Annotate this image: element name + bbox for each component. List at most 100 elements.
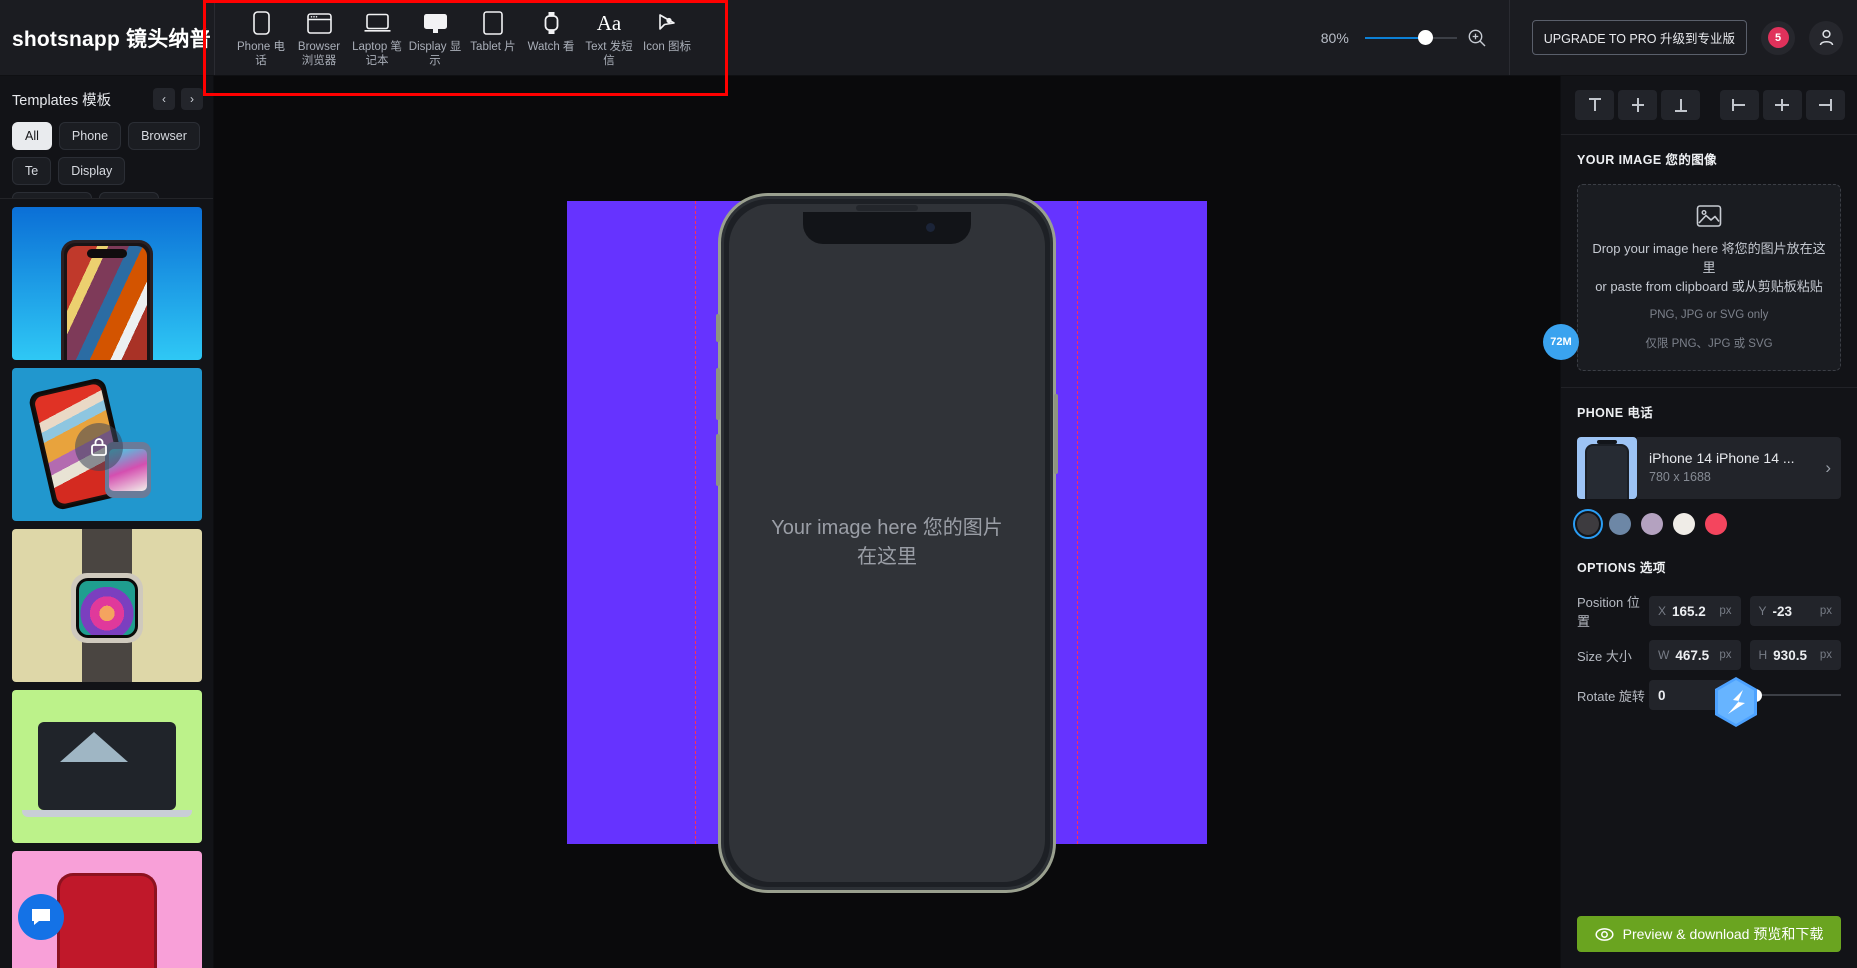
filter-chip-display[interactable]: Display (58, 157, 125, 185)
rotate-slider-knob[interactable] (1749, 689, 1762, 702)
app-root: shotsnapp 镜头纳普 Phone 电话 Browser 浏览器 Lapt (0, 0, 1857, 968)
dropzone-formats-en: PNG, JPG or SVG only (1592, 306, 1826, 325)
tool-icon[interactable]: Icon 图标 (639, 6, 695, 55)
size-label: Size 大小 (1577, 646, 1649, 665)
guide-line-left (695, 201, 696, 844)
tool-laptop[interactable]: Laptop 笔记本 (349, 6, 405, 68)
dropzone-line-1: Drop your image here 将您的图片放在这里 (1592, 239, 1826, 277)
tool-icon-label: Icon 图标 (643, 41, 691, 55)
template-phone-shape (57, 873, 157, 968)
properties-panel: YOUR IMAGE 您的图像 Drop your image here 将您的… (1560, 76, 1857, 968)
phone-model-dimensions: 780 x 1688 (1649, 470, 1711, 484)
artboard[interactable]: Your image here 您的图片在这里 (567, 201, 1207, 844)
eye-icon (1595, 925, 1614, 944)
upgrade-to-pro-button[interactable]: UPGRADE TO PRO 升级到专业版 (1532, 20, 1747, 55)
top-bar-right: 80% UPGRADE TO PRO 升级到专业版 5 (1321, 0, 1857, 75)
rotate-row: Rotate 旋转 0 ° (1577, 680, 1841, 710)
phone-model-thumbnail (1577, 437, 1637, 499)
phone-icon (253, 10, 270, 36)
color-swatch-blue[interactable] (1609, 513, 1631, 535)
templates-header: Templates 模板 ‹ › (0, 76, 213, 120)
tool-watch[interactable]: Watch 看 (523, 6, 579, 55)
size-height-field[interactable]: H 930.5 px (1750, 640, 1842, 670)
color-swatch-starlight[interactable] (1673, 513, 1695, 535)
rotate-slider[interactable] (1749, 687, 1841, 703)
zoom-percent: 80% (1321, 30, 1355, 46)
rotate-field[interactable]: 0 ° (1649, 680, 1735, 710)
image-dropzone[interactable]: Drop your image here 将您的图片放在这里 or paste … (1577, 184, 1841, 371)
color-swatch-red[interactable] (1705, 513, 1727, 535)
rotate-label: Rotate 旋转 (1577, 686, 1649, 705)
template-card[interactable] (12, 690, 202, 843)
position-x-field[interactable]: X 165.2 px (1649, 596, 1741, 626)
filter-chip-all[interactable]: All (12, 122, 52, 150)
phone-model-row[interactable]: iPhone 14 iPhone 14 ... 780 x 1688 › (1577, 437, 1841, 499)
filter-chip-text[interactable]: Te (12, 157, 51, 185)
color-swatch-midnight[interactable] (1577, 513, 1599, 535)
laptop-icon (364, 10, 391, 36)
template-card[interactable] (12, 207, 202, 360)
phone-model-selector[interactable]: iPhone 14 iPhone 14 ... 780 x 1688 › (1637, 437, 1841, 499)
tool-phone[interactable]: Phone 电话 (233, 6, 289, 68)
preview-download-button[interactable]: Preview & download 预览和下载 (1577, 916, 1841, 952)
image-placeholder-icon (1592, 203, 1826, 229)
zoom-slider[interactable] (1365, 30, 1457, 46)
display-icon (423, 10, 448, 36)
tool-browser[interactable]: Browser 浏览器 (291, 6, 347, 68)
align-bottom-icon[interactable] (1661, 90, 1700, 120)
template-watch-shape (71, 573, 143, 643)
alignment-group-gap (1704, 90, 1715, 120)
size-width-field[interactable]: W 467.5 px (1649, 640, 1741, 670)
tool-display-label: Display 显示 (407, 41, 463, 68)
text-icon: Aa (597, 10, 622, 36)
tool-text-label: Text 发短信 (581, 41, 637, 68)
phone-section: PHONE 电话 (1561, 388, 1857, 437)
size-height-value: 930.5 (1773, 648, 1814, 663)
options-title: OPTIONS 选项 (1577, 557, 1841, 576)
floating-size-badge[interactable]: 72M (1543, 324, 1579, 360)
size-width-unit: px (1719, 649, 1731, 661)
size-width-value: 467.5 (1675, 648, 1713, 663)
app-logo[interactable]: shotsnapp 镜头纳普 (0, 0, 214, 75)
zoom-slider-knob[interactable] (1418, 30, 1433, 45)
phone-screen[interactable]: Your image here 您的图片在这里 (729, 204, 1045, 882)
template-list[interactable] (0, 207, 213, 968)
tool-tablet[interactable]: Tablet 片 (465, 6, 521, 55)
chat-support-button[interactable] (18, 894, 64, 940)
your-image-title: YOUR IMAGE 您的图像 (1577, 149, 1841, 168)
account-actions: UPGRADE TO PRO 升级到专业版 5 (1510, 20, 1843, 55)
tool-browser-label: Browser 浏览器 (291, 41, 347, 68)
align-vertical-center-icon[interactable] (1618, 90, 1657, 120)
position-y-field[interactable]: Y -23 px (1750, 596, 1842, 626)
preview-download-label: Preview & download 预览和下载 (1623, 924, 1824, 944)
main-area: Templates 模板 ‹ › All Phone Browser Te Di… (0, 76, 1857, 968)
phone-power-button (1054, 394, 1058, 474)
align-top-icon[interactable] (1575, 90, 1614, 120)
color-swatch-purple[interactable] (1641, 513, 1663, 535)
tool-text[interactable]: Aa Text 发短信 (581, 6, 637, 68)
phone-notch (803, 212, 971, 244)
tool-display[interactable]: Display 显示 (407, 6, 463, 68)
filter-chip-phone[interactable]: Phone (59, 122, 121, 150)
phone-mute-button (716, 314, 720, 342)
position-y-prefix: Y (1759, 604, 1767, 618)
rotate-slider-track (1749, 694, 1841, 696)
notifications-button[interactable]: 5 (1761, 21, 1795, 55)
template-card[interactable] (12, 529, 202, 682)
filter-chip-browser[interactable]: Browser (128, 122, 200, 150)
templates-next-button[interactable]: › (181, 88, 203, 110)
templates-nav: ‹ › (153, 88, 203, 110)
templates-prev-button[interactable]: ‹ (153, 88, 175, 110)
account-avatar[interactable] (1809, 21, 1843, 55)
watch-icon (543, 10, 560, 36)
align-right-icon[interactable] (1806, 90, 1845, 120)
image-placeholder-text: Your image here 您的图片在这里 (767, 514, 1007, 572)
zoom-in-icon[interactable] (1467, 28, 1487, 48)
phone-mockup[interactable]: Your image here 您的图片在这里 (718, 193, 1056, 893)
align-left-icon[interactable] (1720, 90, 1759, 120)
align-horizontal-center-icon[interactable] (1763, 90, 1802, 120)
position-y-value: -23 (1773, 604, 1814, 619)
template-card[interactable] (12, 368, 202, 521)
canvas-area[interactable]: Your image here 您的图片在这里 (214, 76, 1560, 968)
alignment-toolbar (1561, 76, 1857, 134)
